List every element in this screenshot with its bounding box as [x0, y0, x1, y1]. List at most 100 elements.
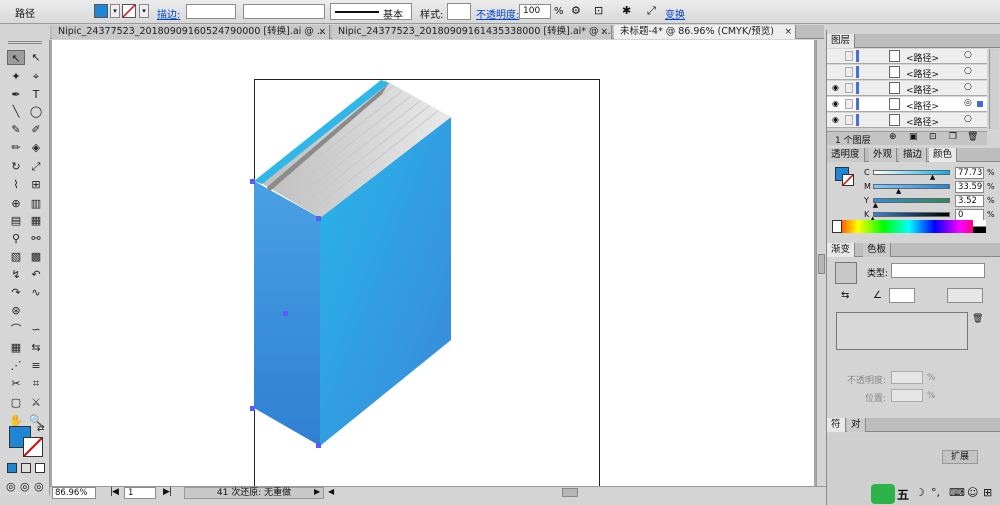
layer-row[interactable]: ◉ <路径> ○ [827, 81, 987, 96]
ime-label[interactable]: 五 [897, 486, 909, 503]
tool-button[interactable]: ↷ [7, 285, 25, 300]
none-mode-icon[interactable] [35, 463, 45, 473]
eye-icon[interactable]: ◉ [832, 115, 839, 124]
layer-name[interactable]: <路径> [906, 99, 939, 112]
tool-button[interactable]: ↶ [27, 267, 45, 282]
tab-appearance[interactable]: 外观 [869, 148, 898, 162]
tool-button[interactable]: ✎ [7, 122, 25, 137]
new-layer-icon[interactable]: ❐ [949, 132, 957, 142]
tab-document-2[interactable]: Nipic_24377523_20180909161435338000 [转换]… [332, 25, 612, 39]
channel-value-input[interactable]: 33.59 [955, 181, 984, 193]
channel-value-input[interactable]: 3.52 [955, 195, 984, 207]
tab-symbols[interactable]: 符 [827, 418, 846, 432]
tab-layers[interactable]: 图层 [827, 34, 856, 48]
tab-align[interactable]: 对 [847, 418, 866, 432]
fill-swatch[interactable] [94, 4, 108, 18]
moon-icon[interactable]: ☽ [915, 486, 925, 499]
tab-swatches[interactable]: 色板 [863, 243, 892, 257]
layer-name[interactable]: <路径> [906, 51, 939, 64]
stroke-dropdown[interactable]: ▾ [139, 4, 149, 18]
tool-button[interactable]: ⊛ [7, 303, 25, 318]
channel-slider[interactable] [873, 198, 950, 203]
stroke-color-box[interactable] [23, 437, 43, 457]
tool-button[interactable]: ≡ [27, 358, 45, 373]
tool-button[interactable]: ∽ [27, 322, 45, 337]
tool-button[interactable]: ╲ [7, 104, 25, 119]
tool-button[interactable]: ▦ [7, 340, 25, 355]
lock-toggle[interactable] [845, 99, 853, 109]
anchor-point[interactable] [250, 179, 255, 184]
tab-gradient[interactable]: 渐变 [827, 243, 856, 257]
slider-handle-icon[interactable]: ▲ [930, 173, 935, 181]
brush-select[interactable]: 基本 [330, 3, 412, 21]
first-page-icon[interactable]: |◀ [110, 487, 119, 497]
variable-width-select[interactable] [243, 4, 325, 19]
tool-button[interactable]: ⌖ [27, 69, 45, 84]
lock-toggle[interactable] [845, 67, 853, 77]
new-sublayer-icon[interactable]: ⊡ [929, 132, 937, 142]
tool-button[interactable]: ↯ [7, 267, 25, 282]
layer-name[interactable]: <路径> [906, 115, 939, 128]
stop-position-input[interactable] [891, 389, 923, 402]
tab-document-3[interactable]: 未标题-4* @ 86.96% (CMYK/预览) × [614, 25, 796, 39]
layer-name[interactable]: <路径> [906, 67, 939, 80]
clipping-mask-icon[interactable]: ▣ [909, 132, 918, 142]
gradient-mode-icon[interactable] [21, 463, 31, 473]
stop-opacity-input[interactable] [891, 371, 923, 384]
color-stroke-box[interactable] [842, 174, 854, 186]
tool-button[interactable]: ▦ [27, 213, 45, 228]
layer-name[interactable]: <路径> [906, 83, 939, 96]
tool-button[interactable]: ▤ [7, 213, 25, 228]
close-icon[interactable]: × [318, 25, 326, 39]
gradient-slider[interactable] [836, 312, 968, 350]
align-icon[interactable]: ⊡ [594, 4, 603, 17]
fill-dropdown[interactable]: ▾ [110, 4, 120, 18]
slider-handle-icon[interactable]: ▲ [896, 187, 901, 195]
style-swatch[interactable] [447, 3, 471, 20]
tool-button[interactable]: ∿ [27, 285, 45, 300]
tool-button[interactable]: ▧ [7, 249, 25, 264]
aspect-input[interactable] [947, 288, 983, 303]
target-icon[interactable]: ○ [964, 50, 972, 60]
lock-toggle[interactable] [845, 51, 853, 61]
expand-button[interactable]: 扩展 [942, 450, 978, 464]
stroke-swatch[interactable] [122, 4, 136, 18]
user-icon[interactable]: ☺ [967, 486, 978, 499]
tool-button[interactable]: ⊞ [27, 177, 45, 192]
tool-button[interactable]: ◈ [27, 140, 45, 155]
draw-inside-icon[interactable]: ◎ [34, 480, 44, 493]
channel-slider[interactable] [873, 184, 950, 189]
target-icon[interactable]: ○ [964, 114, 972, 124]
tool-button[interactable]: ⚯ [27, 231, 45, 246]
tool-button[interactable]: ↖ [27, 50, 45, 65]
target-icon[interactable]: ○ [964, 82, 972, 92]
horizontal-scroll-thumb[interactable] [562, 488, 578, 497]
delete-stop-icon[interactable]: 🗑 [972, 314, 983, 324]
page-field[interactable]: 1 [124, 487, 156, 499]
draw-normal-icon[interactable]: ◎ [6, 480, 16, 493]
swap-icon[interactable]: ⇄ [37, 424, 45, 434]
anchor-point[interactable] [250, 406, 255, 411]
tool-button[interactable]: ⌇ [7, 177, 25, 192]
ime-logo-icon[interactable] [871, 484, 895, 504]
gradient-type-select[interactable] [891, 263, 985, 278]
tool-button[interactable]: ⚲ [7, 231, 25, 246]
scroll-thumb[interactable] [818, 254, 825, 274]
reverse-gradient-icon[interactable]: ⇆ [841, 290, 849, 301]
tab-color[interactable]: 颜色 [929, 148, 958, 162]
keyboard-icon[interactable]: ⌨ [949, 486, 965, 499]
channel-value-input[interactable]: 77.73 [955, 167, 984, 179]
opacity-input[interactable]: 100 [519, 4, 551, 19]
tool-button[interactable]: ✒ [7, 87, 25, 102]
anchor-point[interactable] [316, 216, 321, 221]
eye-icon[interactable]: ◉ [832, 99, 839, 108]
tool-button[interactable]: ✏ [7, 140, 25, 155]
draw-behind-icon[interactable]: ◎ [20, 480, 30, 493]
status-menu-icon[interactable]: ▶ [314, 487, 320, 496]
color-mode-icon[interactable] [7, 463, 17, 473]
next-page-icon[interactable]: ▶| [163, 487, 172, 497]
tool-button[interactable]: ▥ [27, 196, 45, 211]
none-color-icon[interactable] [832, 220, 842, 233]
tool-button[interactable]: ⚔ [27, 395, 45, 410]
target-icon[interactable]: ◎ [964, 98, 972, 108]
